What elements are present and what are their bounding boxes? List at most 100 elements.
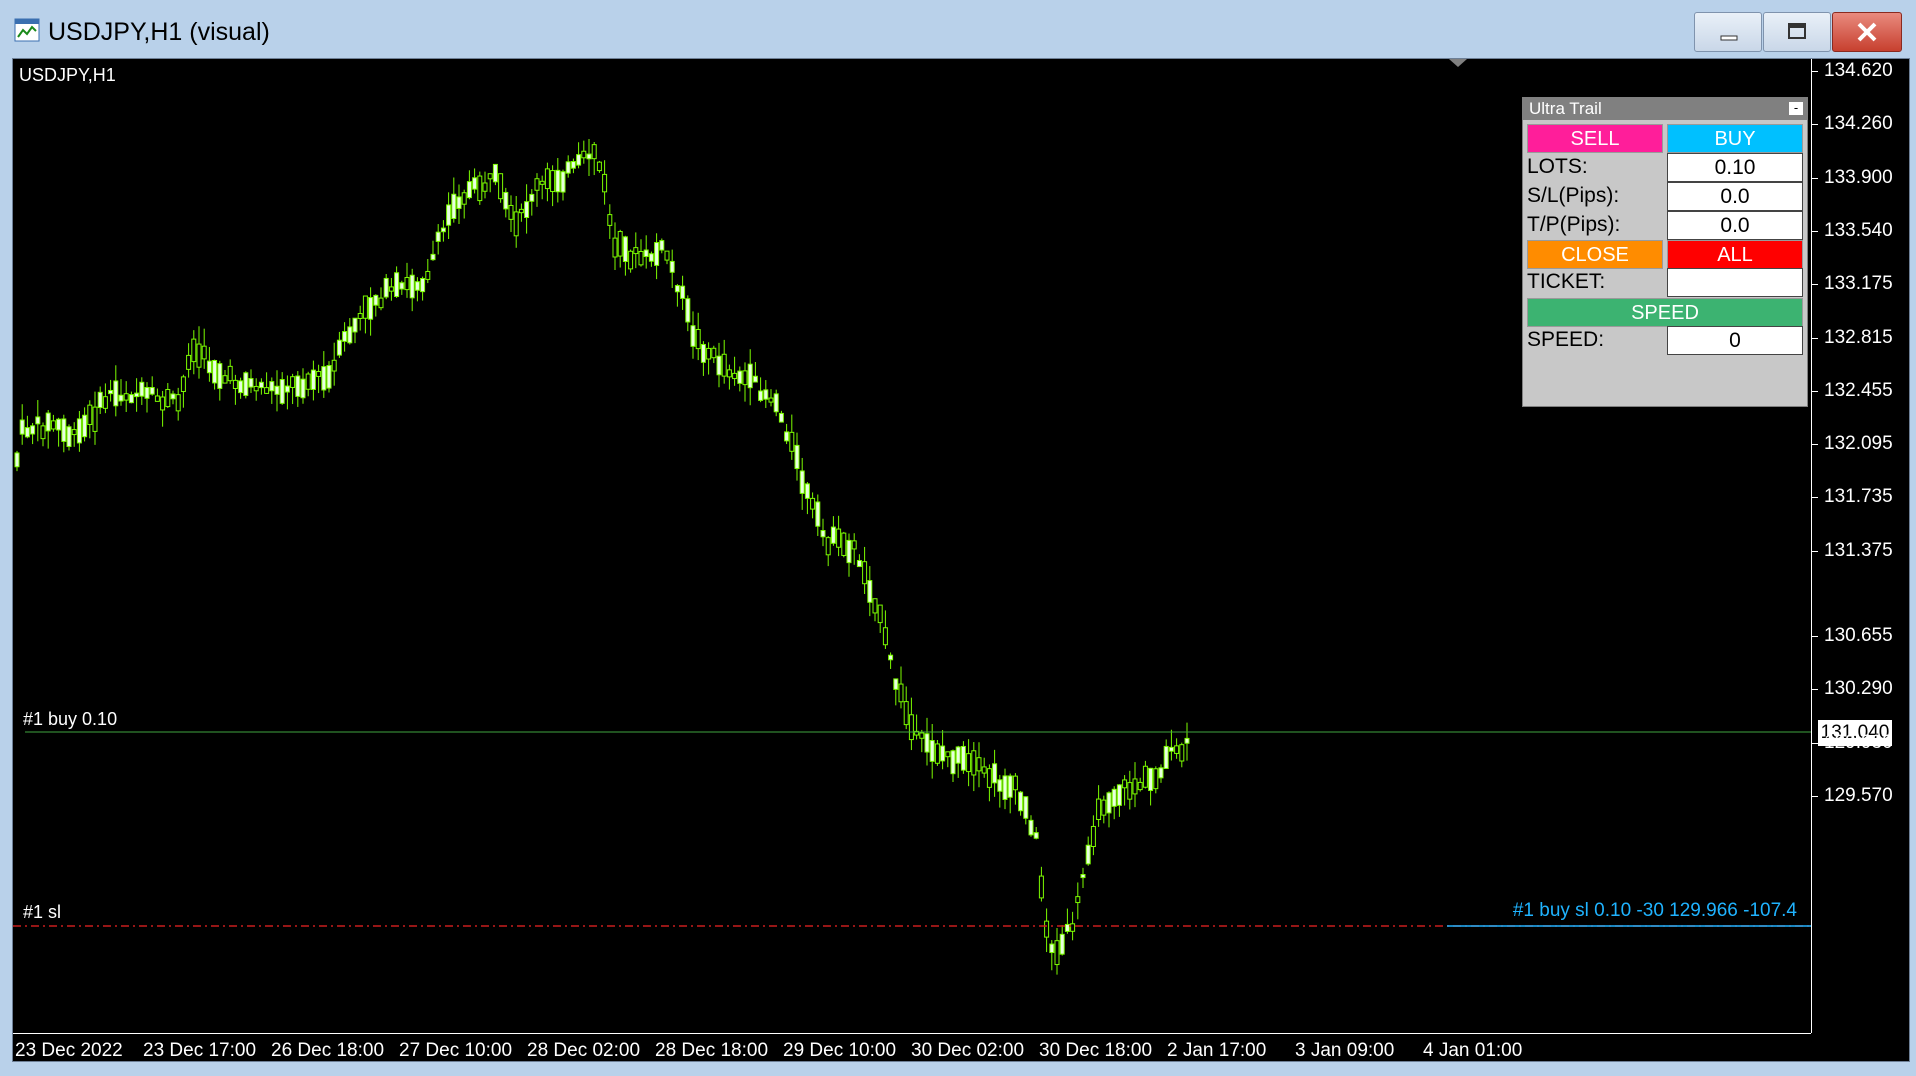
maximize-button[interactable] <box>1763 12 1831 52</box>
ticket-input[interactable] <box>1667 268 1803 297</box>
candle-body <box>217 363 223 389</box>
candle-body <box>123 393 129 401</box>
ticket-label: TICKET: <box>1527 270 1606 293</box>
sell-button[interactable]: SELL <box>1527 124 1663 153</box>
candle-body <box>362 295 368 319</box>
candle-body <box>1085 844 1091 865</box>
candle-body <box>290 376 296 388</box>
minimize-button[interactable] <box>1694 12 1762 52</box>
candle-body <box>357 313 363 319</box>
candle-body <box>758 390 764 401</box>
candle-body <box>388 286 394 292</box>
all-orders-button[interactable]: ALL <box>1667 240 1803 269</box>
candle-body <box>586 153 592 160</box>
candle-body <box>654 242 660 266</box>
candle-body <box>435 231 441 242</box>
candle-body <box>352 317 358 333</box>
candle-body <box>373 294 379 306</box>
candle-body <box>201 345 207 360</box>
candle-body <box>971 750 977 776</box>
candle-body <box>1111 788 1117 807</box>
candle-body <box>503 191 509 210</box>
candle-body <box>732 372 738 380</box>
candle-body <box>1148 767 1154 792</box>
candle-body <box>425 270 431 280</box>
chart-window-icon <box>14 18 40 42</box>
sl-pips-label: S/L(Pips): <box>1527 184 1620 207</box>
sl-label: #1 sl <box>23 902 62 922</box>
candle-body <box>706 347 712 360</box>
price-tick-label: 134.260 <box>1824 113 1893 135</box>
close-button[interactable] <box>1832 12 1902 52</box>
candle-body <box>669 260 675 273</box>
price-tick-label: 133.900 <box>1824 166 1893 188</box>
speed-input[interactable]: 0 <box>1667 326 1803 355</box>
time-tick-label: 23 Dec 2022 <box>15 1040 123 1061</box>
price-tick-mark <box>1812 444 1818 446</box>
candle-body <box>1023 796 1029 819</box>
candle-body <box>14 452 20 468</box>
candle-body <box>1070 923 1076 932</box>
chart-shift-marker[interactable] <box>1449 59 1467 67</box>
candle-body <box>165 389 171 408</box>
close-icon <box>1857 22 1877 42</box>
tp-pips-input[interactable]: 0.0 <box>1667 211 1803 240</box>
candle-body <box>518 208 524 214</box>
candle-body <box>420 278 426 293</box>
candle-body <box>222 375 228 384</box>
tp-pips-label: T/P(Pips): <box>1527 213 1621 236</box>
lots-input[interactable]: 0.10 <box>1667 153 1803 182</box>
candle-body <box>1038 875 1044 899</box>
candle-body <box>778 412 784 423</box>
panel-header[interactable]: Ultra Trail - <box>1523 98 1807 120</box>
mt4-chart-window: USDJPY,H1 (visual) USDJPY,H1 #1 buy 0.10… <box>0 0 1916 1076</box>
price-tick-label: 133.540 <box>1824 219 1893 241</box>
price-tick-label: 130.290 <box>1824 678 1893 700</box>
candle-body <box>1080 874 1086 879</box>
candle-body <box>160 396 166 411</box>
candle-body <box>238 380 244 394</box>
candle-body <box>581 150 587 159</box>
candle-body <box>950 750 956 775</box>
time-tick-label: 30 Dec 18:00 <box>1039 1040 1153 1061</box>
candle-body <box>550 170 556 193</box>
candle-body <box>258 381 264 389</box>
candle-body <box>482 182 488 192</box>
price-tick-mark <box>1812 742 1818 744</box>
candle-body <box>877 604 883 624</box>
candle-body <box>830 526 836 544</box>
price-tick-label: 133.175 <box>1824 273 1893 295</box>
candle-body <box>45 412 51 432</box>
candle-body <box>451 193 457 220</box>
speed-button[interactable]: SPEED <box>1527 298 1803 327</box>
candle-body <box>212 359 218 384</box>
sl-pips-input[interactable]: 0.0 <box>1667 182 1803 211</box>
candle-body <box>269 381 275 392</box>
candle-body <box>253 385 259 392</box>
price-tick-label: 129.930 <box>1824 731 1893 753</box>
candle-body <box>1064 923 1070 932</box>
candle-body <box>1044 920 1050 938</box>
candle-body <box>903 701 909 726</box>
candle-body <box>414 281 420 291</box>
candle-body <box>40 425 46 440</box>
candle-body <box>1184 737 1190 744</box>
candle-body <box>539 180 545 185</box>
price-tick-label: 132.455 <box>1824 379 1893 401</box>
candle-body <box>565 161 571 174</box>
close-orders-button[interactable]: CLOSE <box>1527 240 1663 269</box>
chart-area[interactable]: USDJPY,H1 #1 buy 0.10 #1 sl #1 buy sl 0.… <box>12 58 1910 1062</box>
candle-body <box>1018 791 1024 812</box>
price-axis[interactable]: 131.040 134.620 134.260 133.900 133.540 133.… <box>1811 59 1912 1033</box>
candle-body <box>409 274 415 299</box>
candle-body <box>50 420 56 430</box>
candle-body <box>71 429 77 436</box>
candle-body <box>1059 933 1065 955</box>
buy-button[interactable]: BUY <box>1667 124 1803 153</box>
candle-body <box>134 392 140 398</box>
time-axis[interactable]: 23 Dec 2022 23 Dec 17:00 26 Dec 18:00 27 De… <box>13 1033 1811 1064</box>
price-tick-mark <box>1812 124 1818 126</box>
candle-body <box>206 360 212 374</box>
panel-minimize-button[interactable]: - <box>1789 101 1803 115</box>
candle-body <box>768 397 774 403</box>
